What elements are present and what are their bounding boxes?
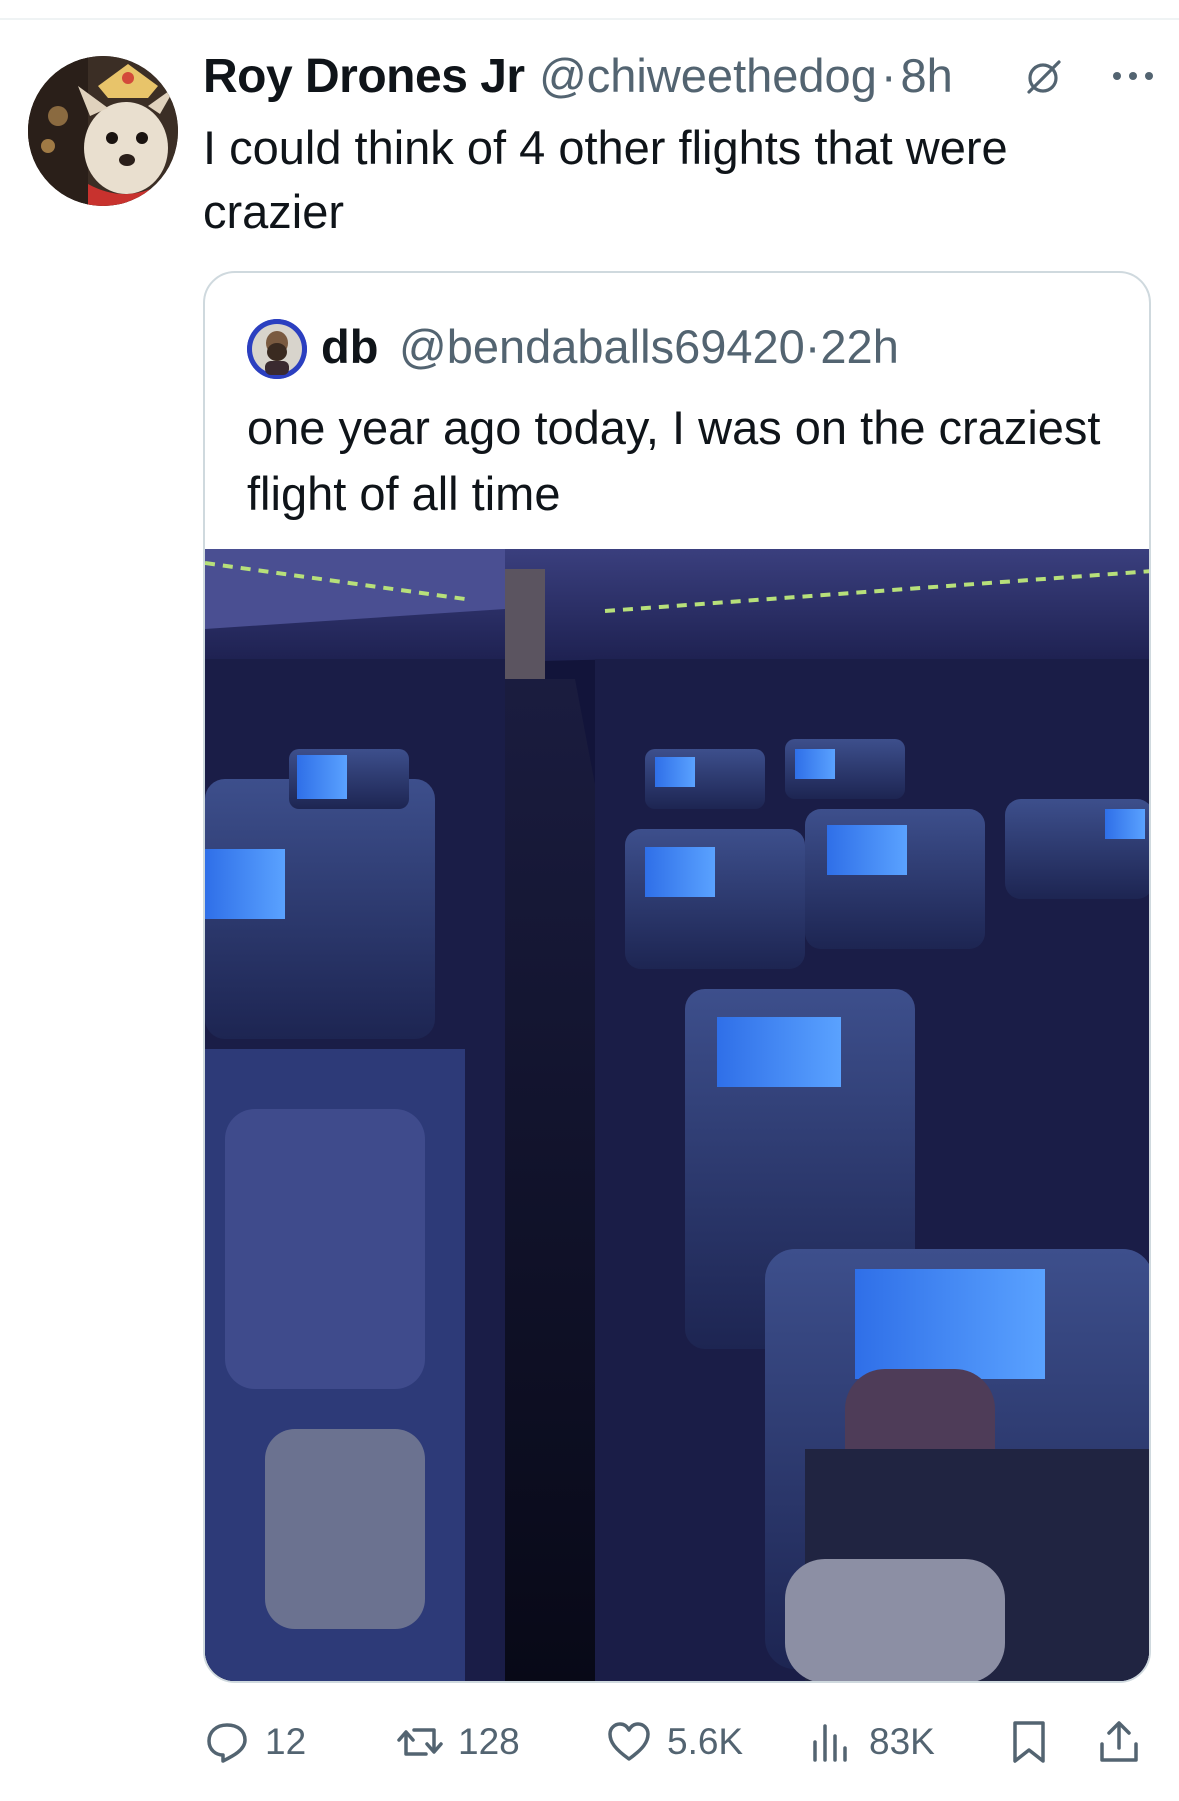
quote-timestamp[interactable]: 22h — [820, 320, 898, 373]
separator-dot: · — [804, 320, 821, 373]
quote-author-handle[interactable]: @bendaballs69420 — [399, 320, 805, 373]
dog-avatar-icon — [28, 56, 178, 206]
reply-icon — [207, 1723, 247, 1763]
like-button[interactable]: 5.6K — [605, 1712, 743, 1772]
tweet-header: Roy Drones Jr @chiweethedog·8h — [203, 48, 1163, 108]
author-avatar[interactable] — [28, 56, 178, 206]
action-bar: 12 128 5.6K 83K — [203, 1712, 1153, 1772]
bookmark-icon — [1013, 1721, 1045, 1763]
tweet-timestamp[interactable]: 8h — [901, 49, 953, 102]
like-count: 5.6K — [667, 1721, 744, 1762]
quote-tweet[interactable]: db @bendaballs69420·22h one year ago tod… — [203, 271, 1151, 1683]
views-bar-chart-icon — [813, 1724, 847, 1762]
more-icon[interactable] — [1103, 54, 1163, 94]
heart-icon — [608, 1722, 650, 1761]
views-count: 83K — [869, 1721, 935, 1762]
share-icon — [1100, 1721, 1138, 1762]
quote-meta: @bendaballs69420·22h — [399, 319, 899, 374]
quote-author-display-name[interactable]: db — [321, 319, 378, 374]
tweet: Roy Drones Jr @chiweethedog·8h I could t… — [0, 0, 1179, 1801]
repost-count: 128 — [458, 1721, 520, 1762]
airplane-cabin-photo[interactable] — [205, 549, 1149, 1681]
reply-count: 12 — [265, 1721, 307, 1762]
quote-author-avatar[interactable] — [247, 319, 307, 379]
author-display-name[interactable]: Roy Drones Jr — [203, 50, 525, 103]
reply-button[interactable]: 12 — [203, 1712, 306, 1772]
share-button[interactable] — [1095, 1712, 1143, 1772]
quote-text: one year ago today, I was on the crazies… — [247, 401, 1101, 520]
repost-button[interactable]: 128 — [396, 1712, 520, 1772]
views-button[interactable]: 83K — [807, 1712, 935, 1772]
cabin-photo-illustration — [205, 549, 1149, 1681]
grok-icon[interactable] — [1023, 58, 1063, 98]
bookmark-button[interactable] — [1005, 1712, 1053, 1772]
repost-icon — [397, 1728, 443, 1756]
tweet-text: I could think of 4 other flights that we… — [203, 121, 1008, 238]
divider — [0, 18, 1179, 20]
separator-dot: · — [880, 49, 897, 102]
author-handle[interactable]: @chiweethedog — [539, 49, 877, 102]
person-avatar-icon — [247, 319, 307, 379]
